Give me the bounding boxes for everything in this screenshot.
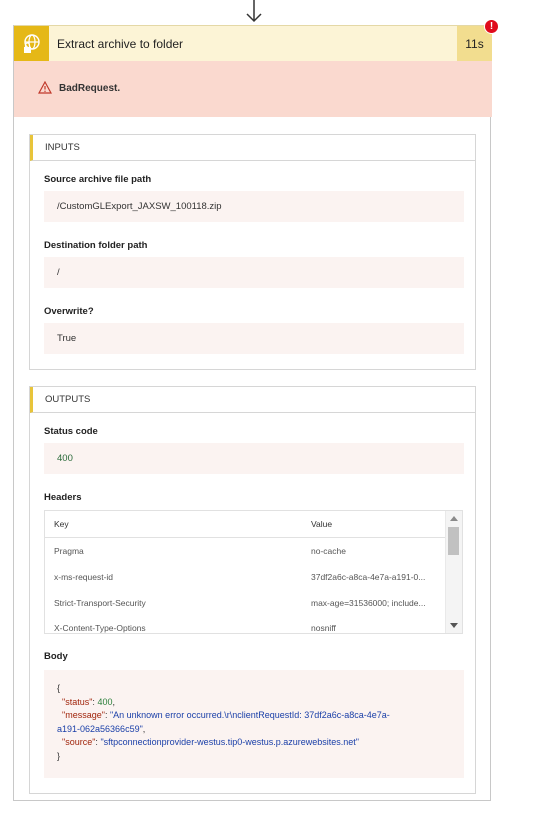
column-value: Value [311, 519, 333, 529]
destination-path-value[interactable]: / [44, 257, 464, 288]
scroll-up-icon[interactable] [450, 516, 458, 521]
header-value: 37df2a6c-a8ca-4e7a-a191-0... [311, 572, 426, 582]
status-code-label: Status code [44, 426, 98, 437]
action-card: Extract archive to folder 11s ! BadReque… [13, 19, 499, 801]
inputs-heading: INPUTS [30, 135, 475, 161]
json-key: "message" [62, 710, 105, 720]
body-label: Body [44, 651, 68, 662]
json-key: "source" [62, 737, 96, 747]
headers-table[interactable]: Key Value Pragma no-cache x-ms-request-i… [44, 510, 463, 634]
scroll-thumb[interactable] [448, 527, 459, 555]
json-value: "sftpconnectionprovider-westus.tip0-west… [100, 737, 359, 747]
column-key: Key [54, 519, 69, 529]
outputs-heading: OUTPUTS [30, 387, 475, 413]
sftp-connector-icon [14, 26, 49, 61]
down-arrow-icon [246, 0, 262, 23]
json-value: 400 [97, 696, 113, 707]
table-row: X-Content-Type-Options nosniff [45, 615, 447, 633]
destination-path-label: Destination folder path [44, 240, 148, 251]
headers-label: Headers [44, 492, 82, 503]
scroll-down-icon[interactable] [450, 623, 458, 628]
outputs-section: OUTPUTS Status code 400 Headers Key Valu… [29, 386, 476, 794]
body-json[interactable]: { "status": 400, "message": "An unknown … [44, 670, 464, 778]
json-key: "status" [62, 696, 93, 707]
error-message: BadRequest. [59, 83, 121, 94]
headers-table-header: Key Value [45, 511, 447, 538]
header-value: max-age=31536000; include... [311, 598, 426, 608]
status-code-value[interactable]: 400 [44, 443, 464, 474]
overwrite-label: Overwrite? [44, 306, 94, 317]
header-key: Strict-Transport-Security [54, 598, 146, 608]
json-value: "An unknown error occurred.\r\nclientReq… [109, 710, 390, 720]
error-banner: BadRequest. [14, 61, 492, 117]
source-path-value[interactable]: /CustomGLExport_JAXSW_100118.zip [44, 191, 464, 222]
table-row: Strict-Transport-Security max-age=315360… [45, 590, 447, 616]
table-row: x-ms-request-id 37df2a6c-a8ca-4e7a-a191-… [45, 564, 447, 590]
error-badge-icon: ! [484, 19, 499, 34]
header-key: X-Content-Type-Options [54, 623, 146, 633]
headers-scrollbar[interactable] [445, 511, 462, 633]
header-key: Pragma [54, 546, 84, 556]
overwrite-value[interactable]: True [44, 323, 464, 354]
inputs-section: INPUTS Source archive file path /CustomG… [29, 134, 476, 370]
warning-icon [38, 81, 52, 94]
source-path-label: Source archive file path [44, 174, 152, 185]
header-value: no-cache [311, 546, 346, 556]
table-row: Pragma no-cache [45, 538, 447, 564]
json-close: } [57, 750, 61, 761]
header-key: x-ms-request-id [54, 572, 114, 582]
json-value: a191-062a56366c59" [57, 723, 143, 734]
action-header[interactable]: Extract archive to folder 11s [14, 25, 492, 61]
action-title: Extract archive to folder [57, 37, 184, 51]
header-value: nosniff [311, 623, 336, 633]
json-open: { [57, 683, 61, 693]
